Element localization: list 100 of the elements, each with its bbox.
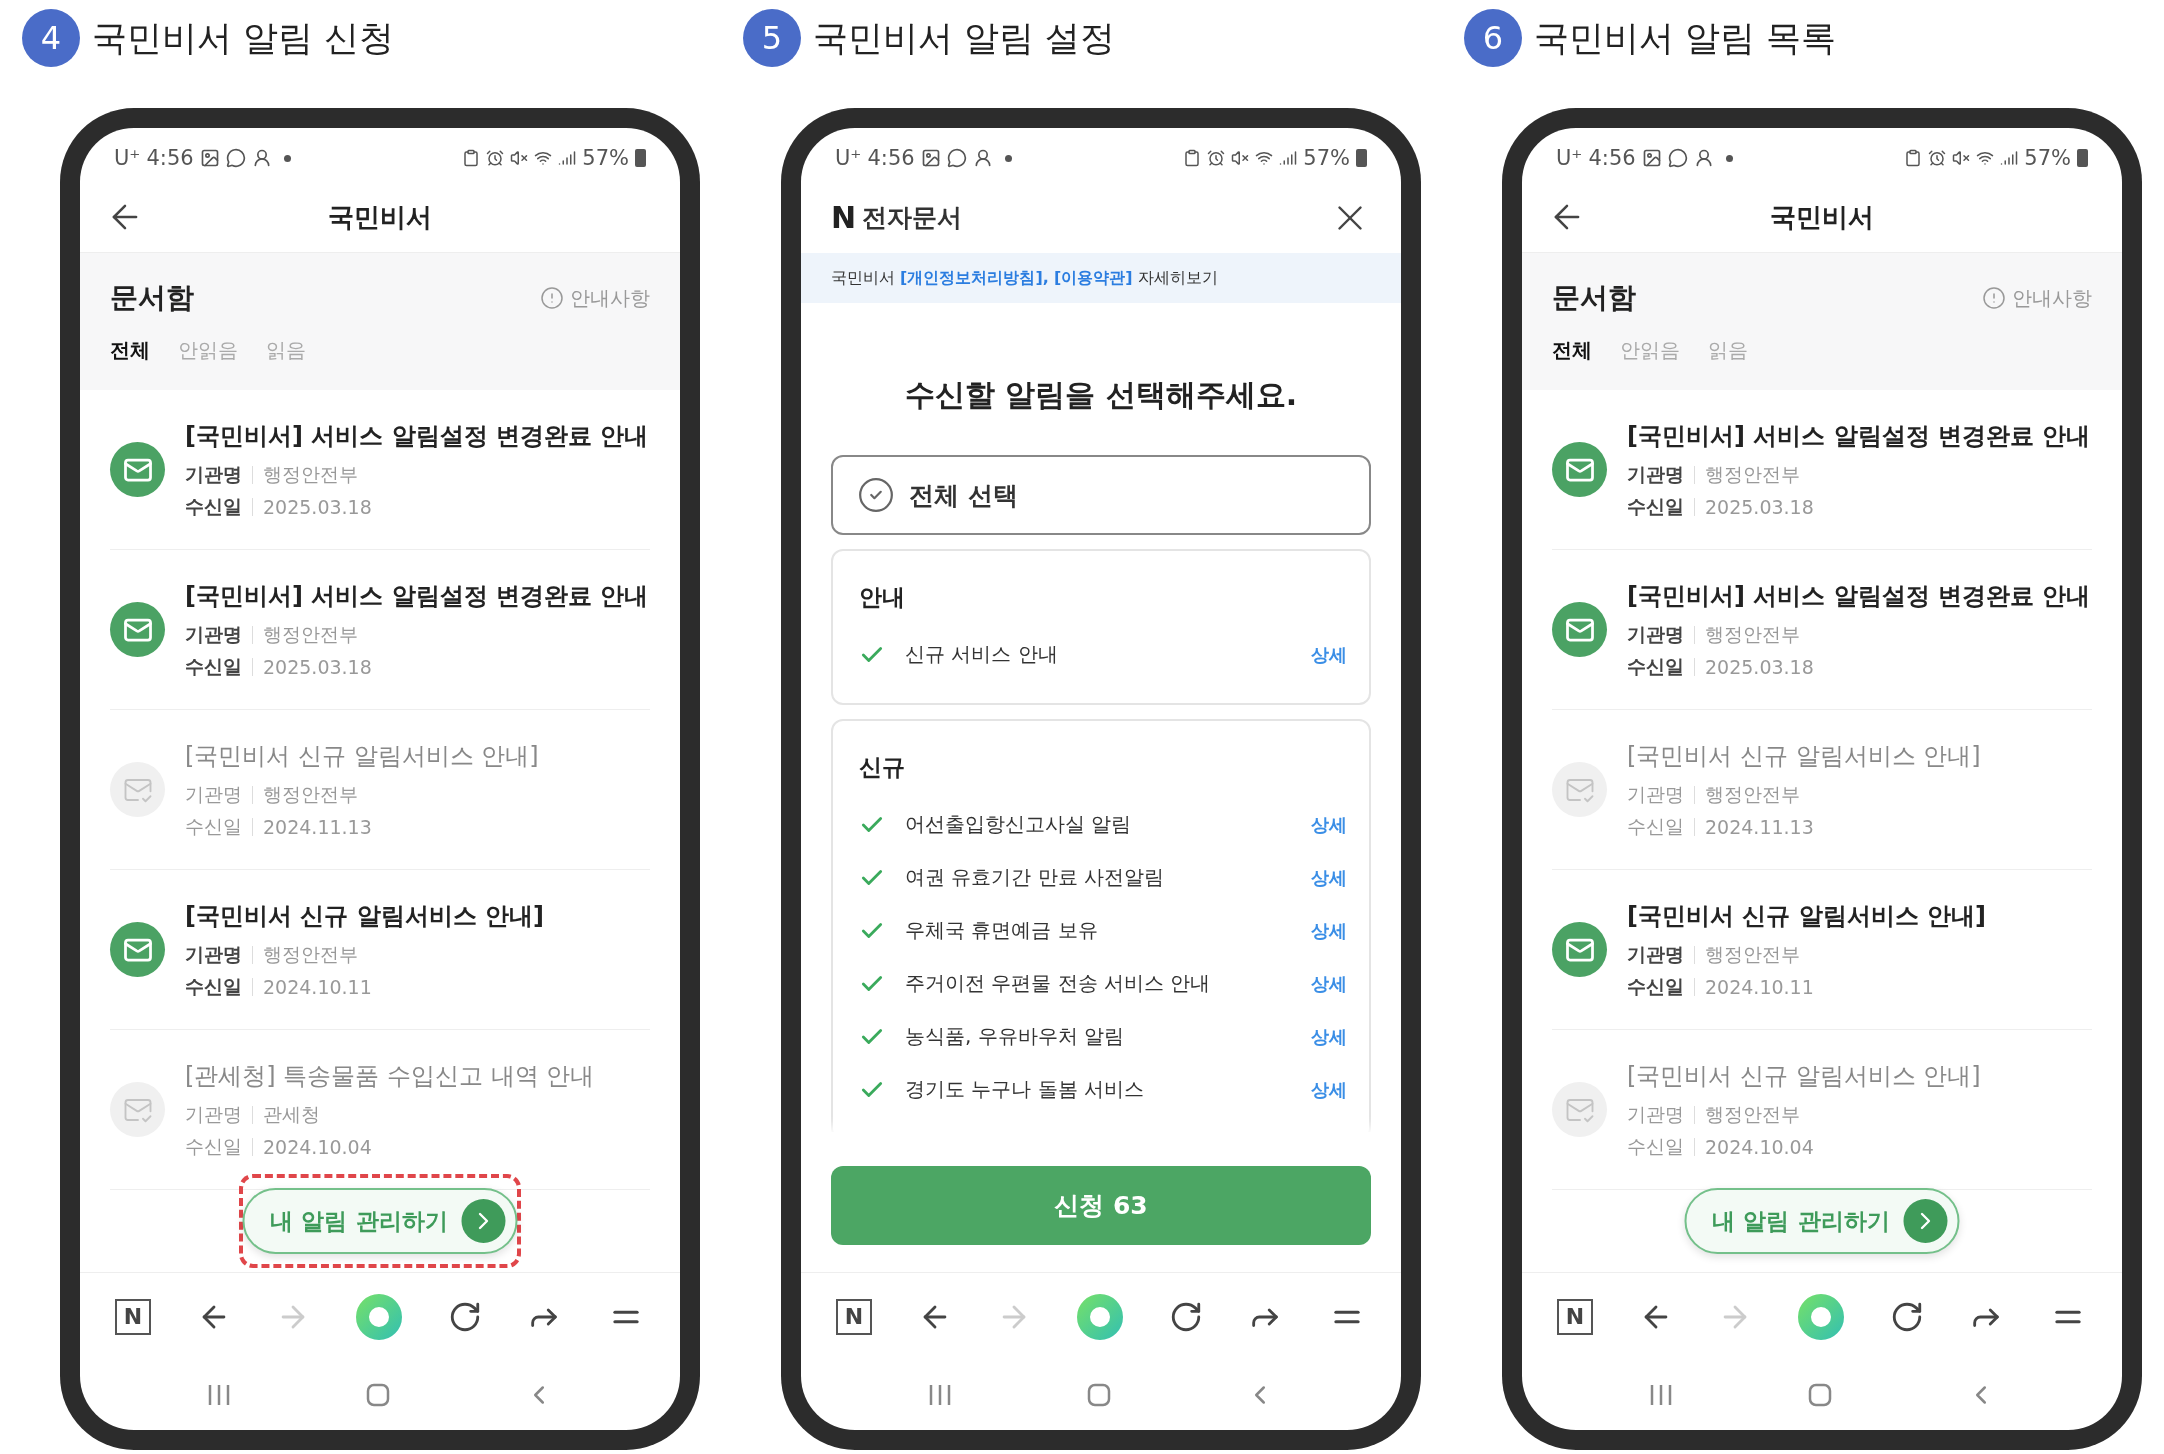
filter-tab[interactable]: 읽음 <box>1708 337 1748 364</box>
chevron-icon <box>461 1199 506 1243</box>
filter-tab[interactable]: 전체 <box>1552 337 1592 364</box>
chat-icon <box>946 148 967 168</box>
date-label: 수신일 <box>1627 493 1684 519</box>
filter-tab[interactable]: 전체 <box>110 337 150 364</box>
step-caption: 국민비서 알림 신청 <box>92 16 395 60</box>
section-title: 문서함 <box>1552 280 1636 316</box>
document-title[interactable]: [국민비서] 서비스 알림설정 변경완료 안내 <box>1627 419 2091 452</box>
wifi-icon <box>1976 149 1995 167</box>
date-label: 수신일 <box>1627 653 1684 679</box>
person-icon <box>251 148 272 168</box>
carrier-text: U⁺ <box>835 146 862 170</box>
received-date: 2024.10.11 <box>263 975 372 998</box>
detail-link[interactable]: 상세 <box>1311 642 1347 667</box>
privacy-link[interactable]: [개인정보처리방침], <box>900 267 1049 287</box>
document-title[interactable]: [국민비서] 서비스 알림설정 변경완료 안내 <box>1627 579 2091 612</box>
detail-link[interactable]: 상세 <box>1311 918 1347 943</box>
agency-name: 행정안전부 <box>1705 1101 1800 1127</box>
document-title[interactable]: [국민비서 신규 알림서비스 안내] <box>185 899 544 932</box>
alert-option: 주거이전 우편물 전송 서비스 안내 <box>905 970 1291 997</box>
agency-name: 행정안전부 <box>263 781 358 807</box>
screen-title: 국민비서 <box>327 200 433 234</box>
chevron-icon <box>1903 1199 1948 1243</box>
select-all-button[interactable]: 전체 선택 <box>831 455 1371 535</box>
terms-text: 국민비서 [개인정보처리방침], [이용약관] 자세히보기 <box>831 267 1218 289</box>
filter-tab[interactable]: 안읽음 <box>178 337 238 364</box>
agency-label: 기관명 <box>1627 1101 1684 1127</box>
group-title: 신규 <box>859 753 906 782</box>
date-label: 수신일 <box>1627 973 1684 999</box>
dot-icon <box>1004 154 1012 162</box>
document-title[interactable]: [국민비서] 서비스 알림설정 변경완료 안내 <box>185 579 649 612</box>
agency-label: 기관명 <box>185 1101 242 1127</box>
agency-name: 행정안전부 <box>1705 941 1800 967</box>
screen-title: 전자문서 <box>862 202 963 234</box>
agency-label: 기관명 <box>1627 461 1684 487</box>
agency-label: 기관명 <box>185 781 242 807</box>
alert-option: 여권 유효기간 만료 사전알림 <box>905 864 1291 891</box>
agency-name: 행정안전부 <box>1705 781 1800 807</box>
home-button[interactable]: N <box>1556 1298 1593 1335</box>
apply-button[interactable]: 신청 63 <box>831 1166 1371 1245</box>
received-date: 2025.03.18 <box>263 655 372 678</box>
detail-link[interactable]: 상세 <box>1311 812 1347 837</box>
ring-icon[interactable] <box>1797 1293 1844 1340</box>
carrier-text: U⁺ <box>114 146 141 170</box>
step-caption: 국민비서 알림 목록 <box>1534 16 1837 60</box>
home-icon[interactable] <box>1807 1382 1833 1408</box>
filter-tab[interactable]: 안읽음 <box>1620 337 1680 364</box>
agency-name: 관세청 <box>263 1101 320 1127</box>
manage-alerts-button[interactable]: 내 알림 관리하기 <box>1684 1188 1960 1254</box>
section-title: 문서함 <box>110 280 194 316</box>
home-icon[interactable] <box>365 1382 391 1408</box>
image-icon <box>1641 148 1662 168</box>
document-title[interactable]: [국민비서 신규 알림서비스 안내] <box>1627 739 1981 772</box>
chat-icon <box>225 148 246 168</box>
battery-text: 57% <box>582 146 629 170</box>
clipboard-icon <box>1904 149 1923 167</box>
received-date: 2025.03.18 <box>1705 495 1814 518</box>
detail-link[interactable]: 상세 <box>1311 1077 1347 1102</box>
agency-label: 기관명 <box>185 621 242 647</box>
notice-link[interactable]: 안내사항 <box>1982 284 2092 312</box>
page-heading: 수신할 알림을 선택해주세요. <box>903 376 1299 414</box>
document-title[interactable]: [국민비서 신규 알림서비스 안내] <box>1627 899 1986 932</box>
manage-alerts-button[interactable]: 내 알림 관리하기 <box>242 1188 518 1254</box>
received-date: 2024.10.11 <box>1705 975 1814 998</box>
battery-text: 57% <box>1303 146 1350 170</box>
date-label: 수신일 <box>185 1133 242 1159</box>
wifi-icon <box>1255 149 1274 167</box>
chat-icon <box>1667 148 1688 168</box>
notice-link[interactable]: 안내사항 <box>540 284 650 312</box>
detail-link[interactable]: 상세 <box>1311 971 1347 996</box>
date-label: 수신일 <box>185 653 242 679</box>
home-icon[interactable] <box>1086 1382 1112 1408</box>
document-title[interactable]: [국민비서 신규 알림서비스 안내] <box>185 739 539 772</box>
home-button[interactable]: N <box>835 1298 872 1335</box>
agency-label: 기관명 <box>185 461 242 487</box>
carrier-text: U⁺ <box>1556 146 1583 170</box>
ring-icon[interactable] <box>355 1293 402 1340</box>
filter-tab[interactable]: 읽음 <box>266 337 306 364</box>
ring-icon[interactable] <box>1076 1293 1123 1340</box>
brand-logo: N <box>831 200 857 235</box>
received-date: 2024.10.04 <box>1705 1135 1814 1158</box>
document-title[interactable]: [국민비서] 서비스 알림설정 변경완료 안내 <box>185 419 649 452</box>
date-label: 수신일 <box>185 973 242 999</box>
terms-link[interactable]: [이용약관] <box>1053 267 1133 287</box>
alert-option: 신규 서비스 안내 <box>905 641 1291 668</box>
alarm-icon <box>1207 149 1226 167</box>
home-button[interactable]: N <box>114 1298 151 1335</box>
document-title[interactable]: [관세청] 특송물품 수입신고 내역 안내 <box>185 1059 595 1092</box>
signal-icon <box>1279 149 1298 167</box>
agency-label: 기관명 <box>185 941 242 967</box>
detail-link[interactable]: 상세 <box>1311 1024 1347 1049</box>
agency-name: 행정안전부 <box>263 461 358 487</box>
group-title: 안내 <box>859 583 906 612</box>
detail-link[interactable]: 상세 <box>1311 865 1347 890</box>
document-title[interactable]: [국민비서 신규 알림서비스 안내] <box>1627 1059 1981 1092</box>
battery-icon <box>2077 149 2088 167</box>
time-text: 4:56 <box>1588 146 1636 170</box>
step-number: 4 <box>22 9 80 67</box>
agency-label: 기관명 <box>1627 621 1684 647</box>
